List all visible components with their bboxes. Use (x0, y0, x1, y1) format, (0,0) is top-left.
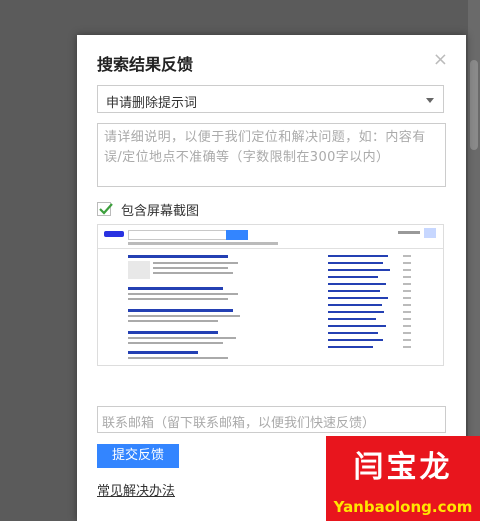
preview-result-text (153, 267, 228, 269)
preview-result-title (128, 309, 233, 312)
preview-divider (98, 248, 443, 249)
preview-result-text (153, 272, 233, 274)
preview-result-title (128, 255, 228, 258)
watermark-en-text: Yanbaolong.com (333, 498, 473, 516)
preview-logo (104, 231, 124, 237)
preview-hotlist-item (328, 346, 373, 348)
preview-hotlist-item (328, 290, 380, 292)
preview-hotlist-item (328, 262, 383, 264)
screenshot-checkbox-label: 包含屏幕截图 (121, 203, 200, 219)
email-field[interactable]: 联系邮箱（留下联系邮箱，以便我们快速反馈） (97, 406, 446, 433)
preview-hotlist-item (328, 332, 378, 334)
dialog-title: 搜索结果反馈 (97, 55, 194, 74)
preview-result-text (128, 337, 236, 339)
close-icon[interactable]: × (433, 50, 448, 70)
preview-tabs (128, 242, 278, 245)
preview-hotlist-item (328, 318, 376, 320)
scrollbar-thumb[interactable] (470, 60, 478, 150)
preview-search-button (226, 230, 248, 240)
preview-hotlist-item (328, 311, 384, 313)
preview-result-title (128, 287, 223, 290)
preview-search-box (128, 230, 228, 240)
preview-result-text (128, 342, 223, 344)
preview-hotlist-item (328, 339, 383, 341)
select-value: 申请删除提示词 (106, 96, 198, 111)
preview-hotlist-item (328, 255, 388, 257)
preview-hotlist-item (328, 283, 386, 285)
preview-result-title (128, 331, 218, 334)
preview-result-title (128, 351, 198, 354)
checkmark-icon (99, 203, 113, 215)
faq-link[interactable]: 常见解决办法 (97, 480, 175, 499)
preview-result-text (128, 357, 228, 359)
screenshot-checkbox[interactable] (97, 202, 113, 216)
preview-result-text (128, 320, 218, 322)
screenshot-preview (97, 224, 444, 366)
screenshot-checkbox-row[interactable]: 包含屏幕截图 (97, 200, 200, 219)
watermark-cn-text: 闫宝龙 (353, 450, 453, 485)
preview-result-text (153, 262, 238, 264)
preview-hotlist-item (328, 304, 382, 306)
submit-button[interactable]: 提交反馈 (97, 444, 179, 468)
preview-hotlist-item (328, 325, 386, 327)
preview-result-text (128, 293, 238, 295)
preview-result-thumb (128, 261, 150, 279)
preview-result-text (128, 298, 228, 300)
preview-hotlist-counts (403, 255, 411, 348)
watermark-logo: 闫宝龙 Yanbaolong.com (326, 436, 480, 521)
preview-topbar-links (398, 231, 420, 234)
description-textarea[interactable]: 请详细说明，以便于我们定位和解决问题，如：内容有误/定位地点不准确等（字数限制在… (97, 123, 446, 187)
preview-hotlist-item (328, 269, 390, 271)
feedback-type-select[interactable]: 申请删除提示词 (97, 85, 444, 113)
preview-result-text (128, 315, 240, 317)
preview-avatar (424, 228, 436, 238)
preview-hotlist-item (328, 297, 388, 299)
preview-hotlist-item (328, 276, 378, 278)
chevron-down-icon (426, 98, 434, 103)
